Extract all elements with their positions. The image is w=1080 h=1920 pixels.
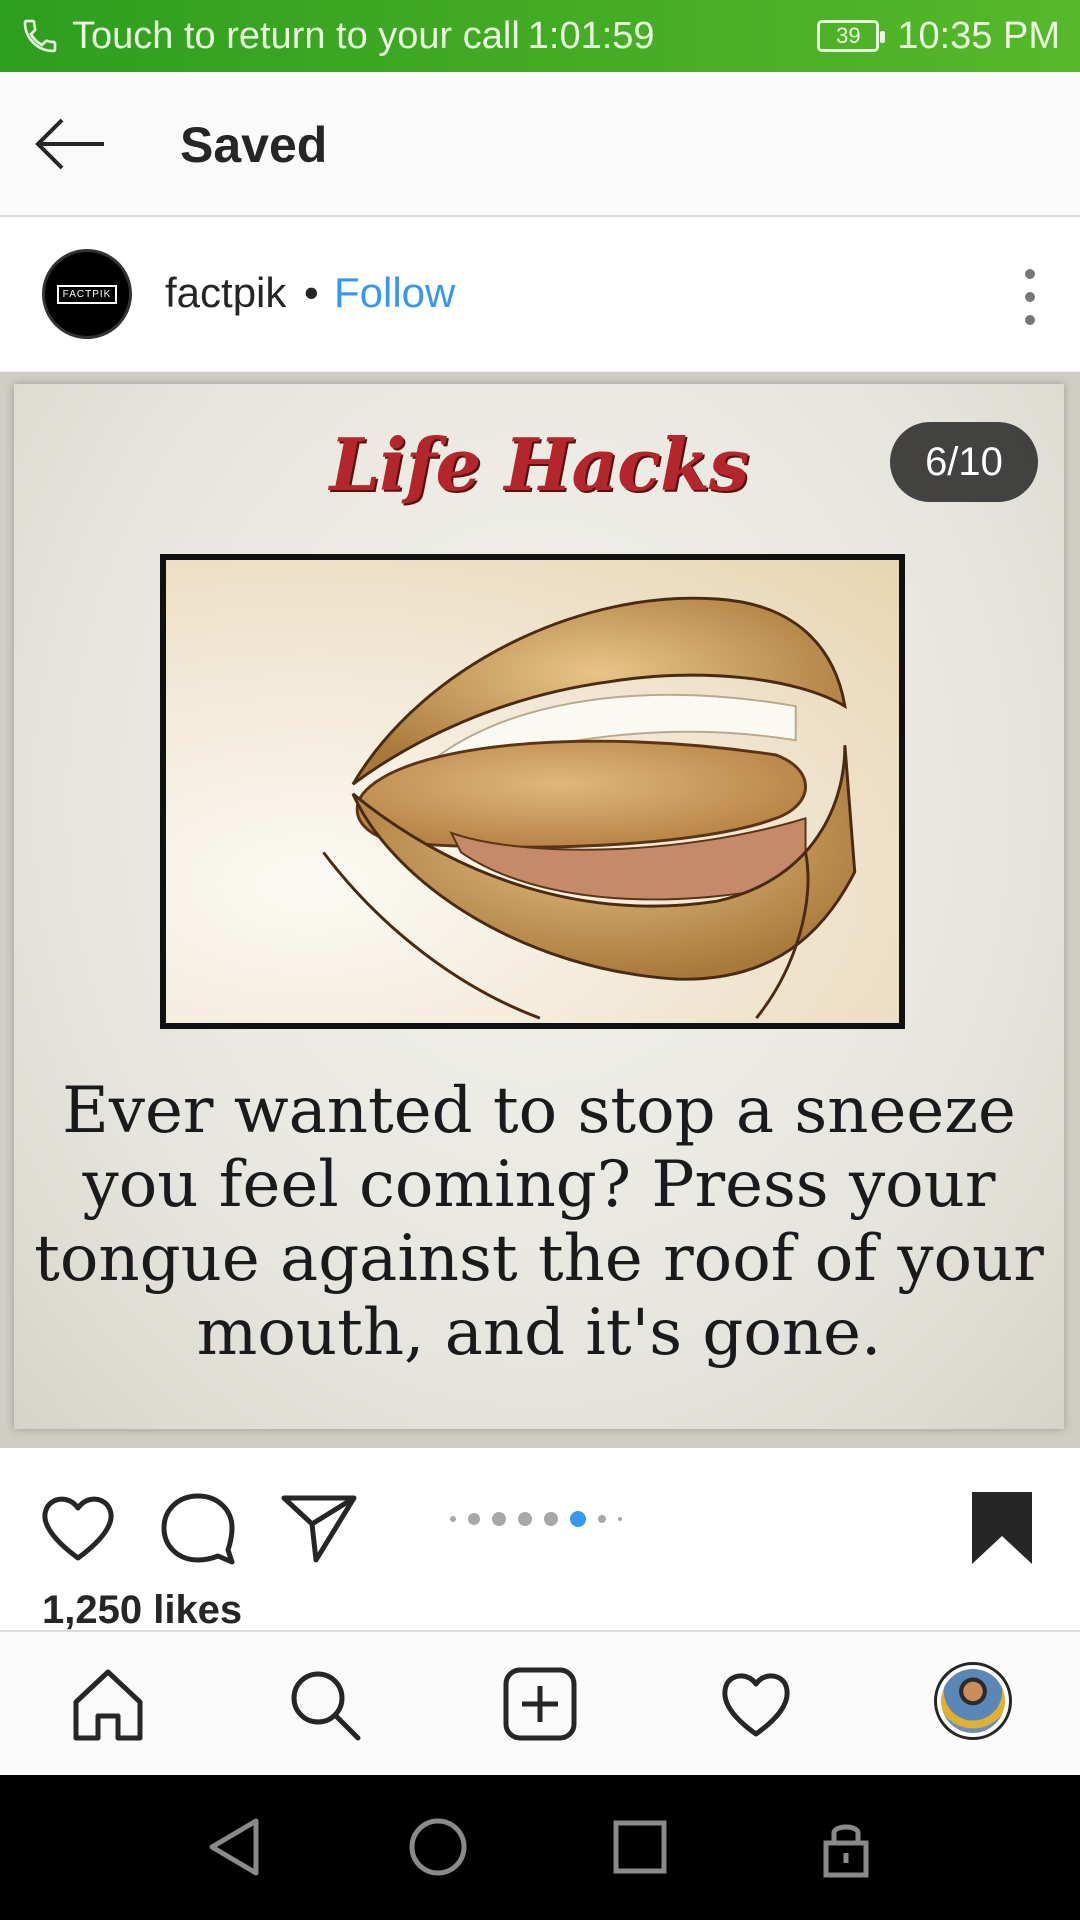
lock-icon[interactable]: [814, 1815, 878, 1879]
mouth-illustration: [160, 554, 905, 1029]
carousel-counter: 6/10: [890, 422, 1038, 502]
avatar-logo-text: FACTPIK: [56, 284, 118, 304]
heart-icon[interactable]: [38, 1488, 118, 1568]
back-arrow-icon[interactable]: [32, 112, 108, 176]
caption-line: tongue against the roof of your: [34, 1222, 1044, 1296]
poster: Life Hacks Ever wanted to stop a sneeze …: [14, 384, 1064, 1429]
clock: 10:35 PM: [897, 14, 1060, 57]
comment-icon[interactable]: [158, 1488, 238, 1568]
search-icon[interactable]: [286, 1666, 362, 1742]
return-to-call-text[interactable]: Touch to return to your call: [72, 15, 520, 58]
app-header: Saved: [0, 72, 1080, 217]
recents-square-icon[interactable]: [608, 1815, 672, 1879]
home-circle-icon[interactable]: [406, 1815, 470, 1879]
caption-line: mouth, and it's gone.: [196, 1296, 882, 1370]
phone-icon: [23, 19, 57, 53]
caption-line: you feel coming? Press your: [82, 1148, 996, 1222]
carousel-dot: [492, 1512, 506, 1526]
carousel-dot: [598, 1515, 606, 1523]
carousel-dot-active: [570, 1511, 586, 1527]
carousel-dots: [450, 1511, 622, 1527]
share-icon[interactable]: [278, 1488, 358, 1568]
bookmark-icon[interactable]: [962, 1488, 1042, 1568]
battery-icon: 39: [817, 20, 886, 52]
caption-line: Ever wanted to stop a sneeze: [62, 1074, 1016, 1148]
activity-heart-icon[interactable]: [718, 1666, 794, 1742]
system-navigation-bar: [0, 1775, 1080, 1920]
battery-level: 39: [836, 23, 861, 48]
post-header: FACTPIK factpik • Follow: [0, 217, 1080, 372]
home-icon[interactable]: [70, 1666, 146, 1742]
likes-count[interactable]: 1,250 likes: [42, 1588, 242, 1633]
carousel-dot: [544, 1512, 558, 1526]
username[interactable]: factpik: [165, 269, 286, 317]
follow-button[interactable]: Follow: [334, 269, 455, 317]
poster-caption: Ever wanted to stop a sneeze you feel co…: [14, 1074, 1064, 1370]
carousel-dot: [450, 1516, 456, 1522]
back-triangle-icon[interactable]: [204, 1815, 268, 1879]
separator-dot: •: [304, 269, 319, 316]
bottom-navigation: [0, 1630, 1080, 1775]
post-image[interactable]: Life Hacks Ever wanted to stop a sneeze …: [0, 372, 1080, 1448]
account-avatar[interactable]: FACTPIK: [42, 249, 132, 339]
more-options-icon[interactable]: [1020, 269, 1040, 325]
call-timer: 1:01:59: [527, 14, 655, 57]
carousel-dot: [468, 1513, 480, 1525]
carousel-dot: [518, 1512, 532, 1526]
carousel-dot: [618, 1517, 622, 1521]
new-post-icon[interactable]: [502, 1666, 578, 1742]
profile-photo: [941, 1669, 1005, 1733]
page-title: Saved: [180, 117, 328, 173]
profile-avatar[interactable]: [934, 1662, 1012, 1740]
status-bar[interactable]: Touch to return to your call 1:01:59 39 …: [0, 0, 1080, 72]
